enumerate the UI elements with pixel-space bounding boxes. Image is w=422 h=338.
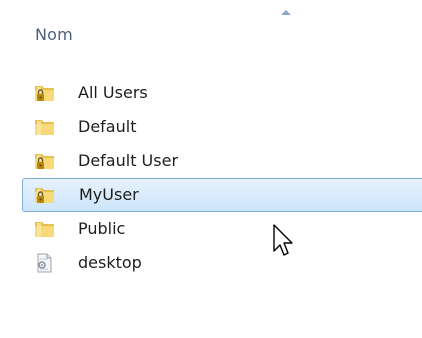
file-row-public[interactable]: Public	[22, 212, 422, 246]
file-name: MyUser	[79, 185, 139, 204]
name-column-label: Nom	[35, 25, 73, 44]
locked-folder-icon	[35, 154, 54, 169]
file-name: desktop	[78, 253, 142, 272]
folder-icon	[35, 222, 54, 237]
sort-ascending-icon	[281, 10, 291, 15]
file-name: Default User	[78, 151, 179, 170]
mouse-pointer-icon	[273, 224, 293, 256]
file-explorer-view: Nom All Users Default Default User MyUse…	[0, 0, 422, 338]
file-name: Public	[78, 219, 126, 238]
name-column-header[interactable]: Nom	[22, 0, 422, 62]
file-row-desktop[interactable]: desktop	[22, 246, 422, 280]
file-name: All Users	[78, 83, 148, 102]
locked-folder-icon	[35, 188, 54, 203]
file-row-all-users[interactable]: All Users	[22, 76, 422, 110]
file-row-default[interactable]: Default	[22, 110, 422, 144]
file-list: All Users Default Default User MyUser Pu…	[22, 76, 422, 280]
locked-folder-icon	[35, 86, 54, 101]
file-row-myuser[interactable]: MyUser	[22, 178, 422, 212]
settings-file-icon	[37, 253, 52, 273]
file-name: Default	[78, 117, 137, 136]
folder-icon	[35, 120, 54, 135]
file-row-default-user[interactable]: Default User	[22, 144, 422, 178]
